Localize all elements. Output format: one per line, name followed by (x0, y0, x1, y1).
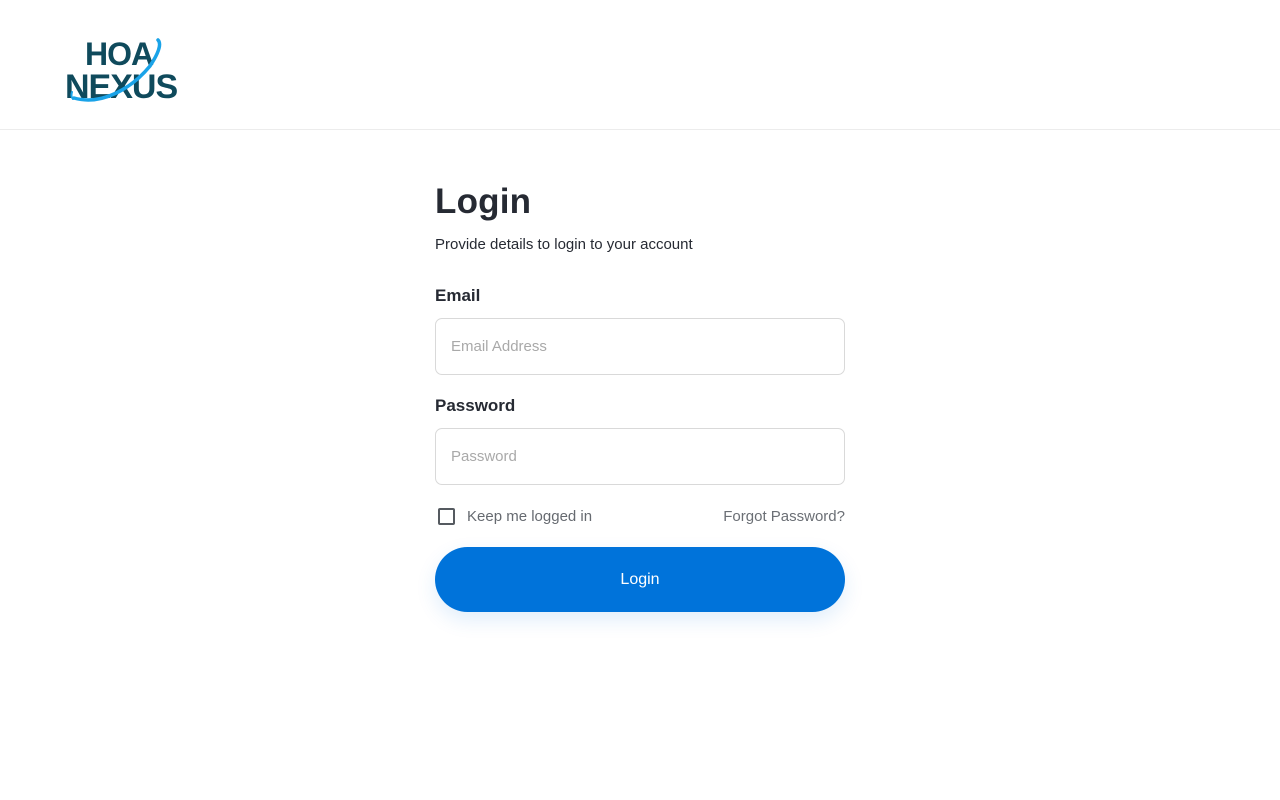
email-field[interactable] (435, 318, 845, 375)
email-label: Email (435, 286, 481, 305)
logo-text-hoa: HOA (85, 36, 154, 72)
page-subtitle: Provide details to login to your account (435, 236, 693, 253)
login-button[interactable]: Login (435, 547, 845, 612)
login-form: Login Provide details to login to your a… (435, 180, 845, 612)
hoa-nexus-logo: HOA NEXUS (65, 36, 178, 104)
forgot-password-link[interactable]: Forgot Password? (723, 508, 845, 525)
keep-logged-in-checkbox[interactable] (438, 507, 455, 525)
keep-logged-in-label: Keep me logged in (467, 507, 593, 525)
page-title: Login (435, 182, 532, 221)
top-header: HOA NEXUS (0, 0, 1280, 130)
password-field[interactable] (435, 428, 845, 485)
password-label: Password (435, 396, 516, 415)
brand-logo[interactable]: HOA NEXUS (62, 36, 188, 104)
login-options-row: Keep me logged in Forgot Password? (435, 505, 845, 527)
keep-logged-in-toggle[interactable]: Keep me logged in (435, 507, 593, 525)
